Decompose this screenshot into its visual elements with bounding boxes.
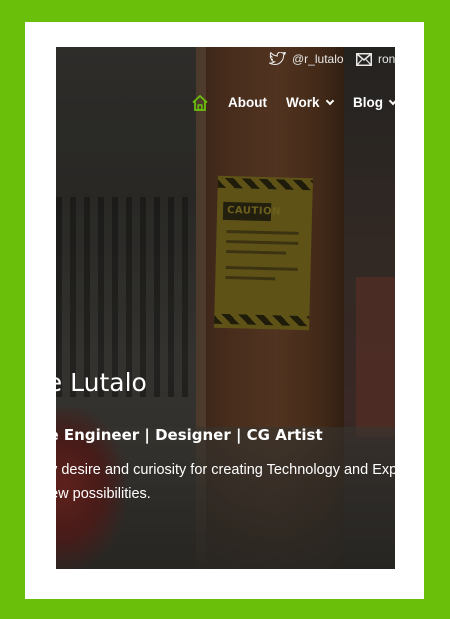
nav-item-about[interactable]: About xyxy=(228,95,267,110)
nav-item-blog[interactable]: Blog xyxy=(353,95,395,110)
mail-icon xyxy=(356,52,372,66)
twitter-link[interactable]: @r_lutalo xyxy=(269,52,344,66)
hero-name: nie Lutalo xyxy=(56,368,147,397)
twitter-handle: @r_lutalo xyxy=(292,52,344,66)
nav-home-link[interactable] xyxy=(191,94,209,112)
nav-item-label: About xyxy=(228,95,267,110)
website-viewport: CAUTION @r_lutalo ron About Work Blog Lu… xyxy=(56,47,395,569)
email-address: ron xyxy=(378,52,395,66)
email-link[interactable]: ron xyxy=(356,52,395,66)
home-icon xyxy=(191,95,209,116)
nav-item-label: Blog xyxy=(353,95,383,110)
social-topbar: @r_lutalo ron xyxy=(56,47,395,75)
chevron-down-icon xyxy=(388,96,395,105)
hero-description-line: by desire and curiosity for creating Tec… xyxy=(56,462,395,478)
main-navigation: About Work Blog xyxy=(56,94,395,118)
hero-tagline: are Engineer | Designer | CG Artist xyxy=(56,426,323,444)
chevron-down-icon xyxy=(325,96,334,105)
nav-item-work[interactable]: Work xyxy=(286,95,334,110)
hero-description: by desire and curiosity for creating Tec… xyxy=(56,458,395,506)
twitter-icon xyxy=(269,52,286,66)
nav-item-label: Work xyxy=(286,95,320,110)
hero-description-line: new possibilities. xyxy=(56,486,151,502)
